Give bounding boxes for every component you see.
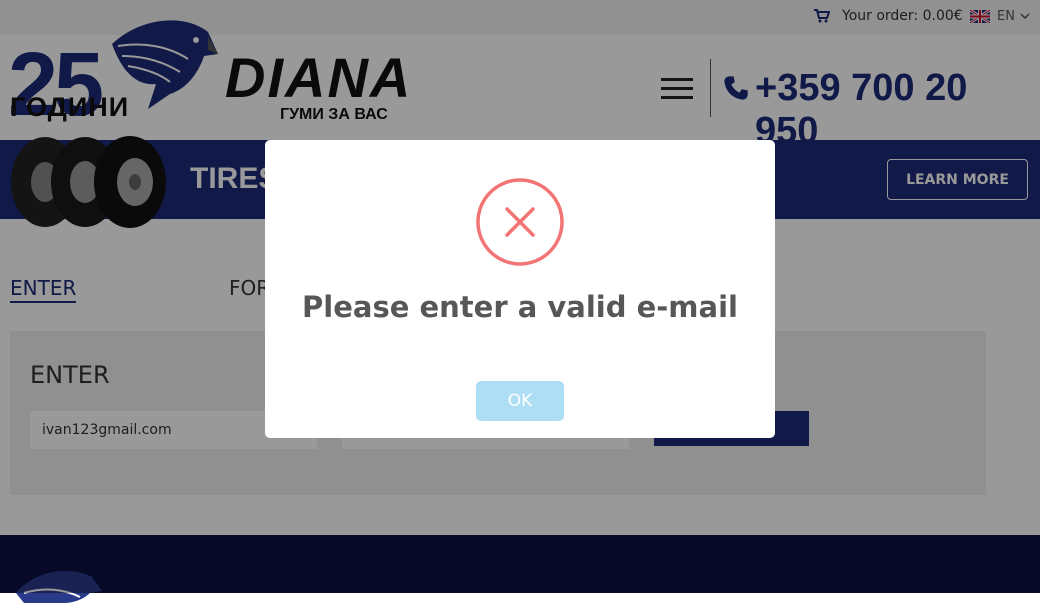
error-x-icon — [476, 178, 564, 266]
ok-button[interactable]: OK — [476, 381, 564, 421]
dialog-message: Please enter a valid e-mail — [302, 290, 738, 324]
error-dialog: Please enter a valid e-mail OK — [265, 140, 775, 438]
